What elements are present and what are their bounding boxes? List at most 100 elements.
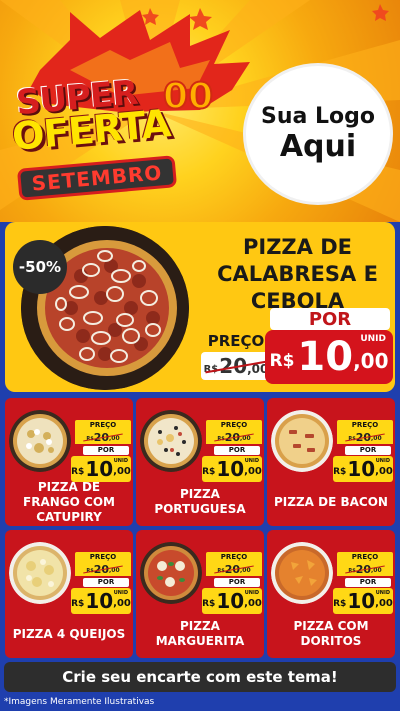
old-price: R$ 20 ,00 — [337, 430, 393, 444]
featured-product-name: PIZZA DE CALABRESA E CEBOLA — [217, 235, 378, 313]
svg-text:00: 00 — [163, 76, 213, 117]
old-price-integer: 20 — [93, 430, 109, 444]
old-price-label: PREÇO — [75, 420, 131, 430]
old-price: R$ 20 ,00 — [75, 562, 131, 576]
new-price-label: POR — [214, 446, 260, 455]
new-price-decimal: ,00 — [375, 598, 393, 609]
pizza-4-queijos-image — [9, 542, 71, 604]
old-price-decimal: ,00 — [371, 567, 382, 574]
featured-product[interactable]: -50% PIZZA DE CALABRESA E CEBOLA PREÇO R… — [5, 222, 395, 392]
old-price-label: PREÇO — [75, 552, 131, 562]
old-price-currency: R$ — [217, 435, 225, 442]
unit-label: UNID — [113, 458, 128, 464]
old-price-integer: 20 — [355, 562, 371, 576]
new-price-currency: R$ — [202, 598, 216, 609]
old-price-integer: 20 — [355, 430, 371, 444]
product-name: PIZZA DE FRANGO COM CATUPIRY — [23, 479, 115, 524]
unit-label: UNID — [375, 590, 390, 596]
new-price-integer: 10 — [85, 457, 114, 481]
new-price: UNID R$ 10 ,00 — [202, 456, 262, 482]
old-price-label: PREÇO — [206, 420, 262, 430]
old-price-integer: 20 — [219, 354, 248, 378]
new-price-decimal: ,00 — [375, 466, 393, 477]
new-price-integer: 10 — [216, 457, 245, 481]
new-price-currency: R$ — [202, 466, 216, 477]
pizza-frango-image — [9, 410, 71, 472]
new-price-label: POR — [83, 578, 129, 587]
pizza-bacon-image — [271, 410, 333, 472]
old-price-integer: 20 — [224, 430, 240, 444]
old-price: R$ 20 ,00 — [75, 430, 131, 444]
old-price-decimal: ,00 — [109, 435, 120, 442]
product-name: PIZZA MARGUERITA — [155, 619, 245, 648]
old-price-currency: R$ — [86, 567, 94, 574]
new-price-decimal: ,00 — [244, 598, 262, 609]
old-price-currency: R$ — [86, 435, 94, 442]
new-price-label: POR — [345, 578, 391, 587]
new-price-label: POR — [214, 578, 260, 587]
new-price-integer: 10 — [85, 589, 114, 613]
logo-placeholder[interactable]: Sua Logo Aqui — [246, 66, 390, 202]
new-price-currency: R$ — [333, 598, 347, 609]
new-price: UNID R$ 10 ,00 — [333, 588, 393, 614]
new-price: UNID R$ 10 ,00 — [71, 456, 131, 482]
new-price: UNID R$ 10 ,00 — [265, 330, 393, 384]
old-price-currency: R$ — [217, 567, 225, 574]
new-price-integer: 10 — [297, 334, 354, 380]
old-price-decimal: ,00 — [240, 435, 251, 442]
unit-label: UNID — [244, 590, 259, 596]
unit-label: UNID — [244, 458, 259, 464]
old-price: R$ 20 ,00 — [201, 352, 271, 380]
product-name: PIZZA PORTUGUESA — [154, 487, 246, 516]
new-price-currency: R$ — [71, 598, 85, 609]
unit-label: UNID — [360, 334, 386, 344]
new-price-label: POR — [83, 446, 129, 455]
old-price-currency: R$ — [348, 567, 356, 574]
new-price: UNID R$ 10 ,00 — [333, 456, 393, 482]
pizza-portuguesa-image — [140, 410, 202, 472]
product-card[interactable]: PREÇO R$ 20 ,00 POR UNID R$ 10 ,00 PIZZA… — [5, 530, 133, 658]
product-name: PIZZA 4 QUEIJOS — [12, 626, 126, 641]
old-price-decimal: ,00 — [371, 435, 382, 442]
product-card[interactable]: PREÇO R$ 20 ,00 POR UNID R$ 10 ,00 PIZZA… — [5, 398, 133, 526]
old-price-block: PREÇO R$ 20 ,00 — [201, 332, 271, 380]
new-price-label: POR — [270, 308, 390, 330]
unit-label: UNID — [375, 458, 390, 464]
old-price: R$ 20 ,00 — [206, 562, 262, 576]
disclaimer-text: *Imagens Meramente Ilustrativas — [4, 697, 155, 707]
old-price-label: PREÇO — [207, 332, 265, 350]
old-price-currency: R$ — [203, 363, 219, 375]
new-price: UNID R$ 10 ,00 — [202, 588, 262, 614]
new-price-decimal: ,00 — [244, 466, 262, 477]
new-price-decimal: ,00 — [113, 466, 131, 477]
new-price-integer: 10 — [216, 589, 245, 613]
old-price-decimal: ,00 — [109, 567, 120, 574]
old-price-label: PREÇO — [206, 552, 262, 562]
old-price-integer: 20 — [93, 562, 109, 576]
header-banner: 00 SUPER OFERTA SETEMBRO Sua Logo Aqui — [0, 0, 400, 222]
new-price-currency: R$ — [269, 351, 295, 371]
product-name: PIZZA DE BACON — [274, 494, 388, 509]
old-price: R$ 20 ,00 — [337, 562, 393, 576]
product-name: PIZZA COM DORITOS — [293, 619, 369, 648]
new-price-currency: R$ — [333, 466, 347, 477]
discount-badge: -50% — [13, 240, 67, 294]
new-price-integer: 10 — [347, 589, 376, 613]
new-price-decimal: ,00 — [113, 598, 131, 609]
old-price-label: PREÇO — [337, 552, 393, 562]
product-card[interactable]: PREÇO R$ 20 ,00 POR UNID R$ 10 ,00 PIZZA… — [267, 398, 395, 526]
old-price-integer: 20 — [224, 562, 240, 576]
old-price-currency: R$ — [348, 435, 356, 442]
cta-button[interactable]: Crie seu encarte com este tema! — [4, 662, 396, 692]
product-card[interactable]: PREÇO R$ 20 ,00 POR UNID R$ 10 ,00 PIZZA… — [267, 530, 395, 658]
new-price-label: POR — [345, 446, 391, 455]
new-price-decimal: ,00 — [353, 349, 389, 373]
old-price: R$ 20 ,00 — [206, 430, 262, 444]
unit-label: UNID — [113, 590, 128, 596]
logo-text-line2: Aqui — [279, 129, 357, 164]
new-price-integer: 10 — [347, 457, 376, 481]
new-price-currency: R$ — [71, 466, 85, 477]
old-price-label: PREÇO — [337, 420, 393, 430]
product-card[interactable]: PREÇO R$ 20 ,00 POR UNID R$ 10 ,00 PIZZA… — [136, 530, 264, 658]
product-card[interactable]: PREÇO R$ 20 ,00 POR UNID R$ 10 ,00 PIZZA… — [136, 398, 264, 526]
